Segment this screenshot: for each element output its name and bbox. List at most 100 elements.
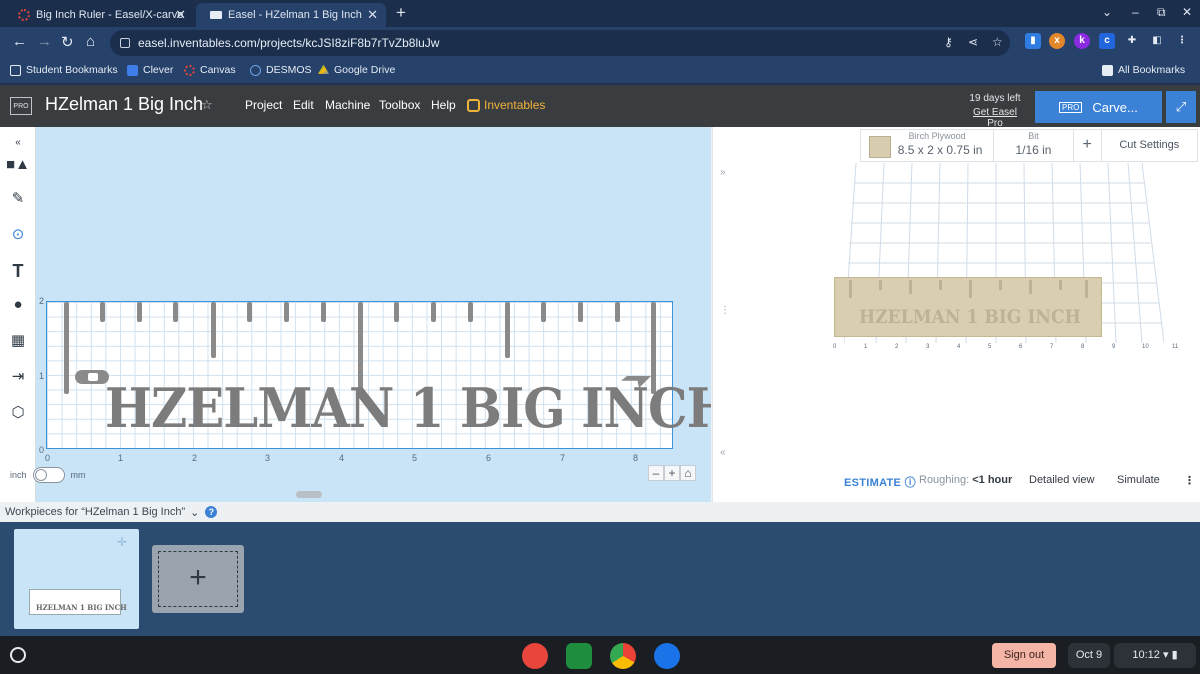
chevron-left-icon[interactable]: «	[720, 447, 726, 458]
share-icon[interactable]: ⋖	[968, 35, 978, 49]
fullscreen-expand-icon[interactable]: ⤢	[1166, 91, 1196, 123]
url-text[interactable]: easel.inventables.com/projects/kcJSI8ziF…	[138, 36, 439, 50]
close-icon[interactable]: ✕	[367, 7, 378, 23]
simulate-button[interactable]: Simulate	[1117, 474, 1160, 486]
carve-text[interactable]: HZELMAN 1 BIG INCH	[105, 376, 734, 440]
camera-app-icon[interactable]	[654, 643, 680, 669]
home-icon[interactable]: ⌂	[680, 465, 696, 481]
3d-workpiece[interactable]: HZELMAN 1 BIG INCH	[834, 277, 1102, 337]
ruler-tick	[100, 302, 105, 322]
toggle-knob	[34, 469, 47, 481]
3d-tick	[879, 280, 882, 290]
kebab-menu-icon[interactable]: ⋮	[1174, 33, 1190, 49]
chevron-right-icon[interactable]: »	[720, 167, 726, 178]
material-board[interactable]: HZELMAN 1 BIG INCH	[46, 301, 734, 449]
sign-out-button[interactable]: Sign out	[992, 643, 1056, 668]
extension-icon[interactable]: x	[1049, 33, 1065, 49]
add-workpiece-button[interactable]: +	[152, 545, 244, 613]
3d-x-tick: 9	[1112, 344, 1116, 350]
apple-icon[interactable]: ●	[6, 293, 30, 317]
kebab-menu-icon[interactable]: ⋮	[1184, 474, 1195, 487]
horizontal-scroll-thumb[interactable]	[296, 491, 322, 498]
reload-button[interactable]: ↻	[61, 33, 74, 51]
3d-x-tick: 0	[833, 344, 837, 350]
home-button[interactable]: ⌂	[86, 33, 95, 50]
detailed-view-button[interactable]: Detailed view	[1029, 474, 1094, 486]
restore-button[interactable]: ⧉	[1157, 5, 1166, 20]
hole-handle[interactable]	[88, 373, 98, 381]
unit-inch-label: inch	[10, 470, 27, 480]
bookmark-clever[interactable]: Clever	[127, 64, 173, 76]
bit-label: Bit	[1028, 131, 1039, 141]
material-selector[interactable]: Birch Plywood 8.5 x 2 x 0.75 in	[861, 130, 995, 161]
easel-header: PRO HZelman 1 Big Inch ☆ Project Edit Ma…	[0, 85, 1200, 129]
bookmark-canvas[interactable]: Canvas	[184, 64, 236, 76]
bookmark-desmos[interactable]: DESMOS	[250, 64, 312, 76]
menu-toolbox[interactable]: Toolbox	[379, 98, 420, 112]
tab-easel[interactable]: Easel - HZelman 1 Big Inch ✕	[196, 3, 386, 27]
panel-divider[interactable]: » ⋮ «	[712, 127, 734, 502]
close-window-button[interactable]: ✕	[1182, 5, 1192, 19]
shapes-icon[interactable]: ■▲	[6, 153, 30, 177]
import-icon[interactable]: ⇥	[6, 365, 30, 389]
all-bookmarks[interactable]: All Bookmarks	[1102, 64, 1185, 76]
clever-extension-icon[interactable]: c	[1099, 33, 1115, 49]
workpiece-thumbnail[interactable]: ✛ HZELMAN 1 BIG INCH	[14, 529, 139, 629]
chrome-app-icon[interactable]	[610, 643, 636, 669]
help-icon[interactable]: ?	[205, 506, 218, 518]
get-easel-pro-link[interactable]: Get Easel Pro	[965, 107, 1025, 129]
chevron-down-icon[interactable]: ⌄	[1102, 5, 1112, 19]
menu-project[interactable]: Project	[245, 98, 282, 112]
menu-edit[interactable]: Edit	[293, 98, 314, 112]
ruler-tick	[284, 302, 289, 322]
bookmark-google-drive[interactable]: Google Drive	[318, 64, 395, 76]
carve-button[interactable]: PRO Carve...	[1035, 91, 1162, 123]
3d-tick	[909, 280, 912, 294]
design-canvas[interactable]: HZELMAN 1 BIG INCH 2 1 0 0 1 2 3 4 5 6 7…	[10, 127, 734, 502]
puzzle-icon[interactable]: ✚	[1124, 33, 1140, 49]
kami-extension-icon[interactable]: k	[1074, 33, 1090, 49]
back-button[interactable]: ←	[12, 33, 27, 50]
collapse-icon[interactable]: «	[6, 131, 30, 155]
favorite-star-icon[interactable]: ☆	[201, 97, 213, 113]
3d-box-icon[interactable]: ⬡	[6, 401, 30, 425]
forward-button[interactable]: →	[37, 33, 52, 50]
zoom-out-button[interactable]: –	[648, 465, 664, 481]
time-pill[interactable]: 10:12 ▾ ▮	[1114, 643, 1196, 668]
add-bit-button[interactable]: +	[1074, 130, 1102, 161]
cut-settings-button[interactable]: Cut Settings	[1102, 130, 1197, 161]
x-tick-0: 0	[45, 453, 51, 463]
date-pill[interactable]: Oct 9	[1068, 643, 1110, 668]
star-icon[interactable]: ☆	[992, 35, 1003, 49]
new-tab-button[interactable]: +	[396, 3, 406, 23]
minimize-button[interactable]: –	[1132, 5, 1139, 19]
launcher-button[interactable]	[10, 647, 26, 663]
bit-selector[interactable]: Bit 1/16 in	[994, 130, 1074, 161]
site-info-icon[interactable]	[120, 38, 130, 48]
trash-extension-icon[interactable]: ▮	[1025, 33, 1041, 49]
pen-icon[interactable]: ✎	[6, 187, 30, 211]
tab-big-inch-ruler[interactable]: Big Inch Ruler - Easel/X-carve ✕	[4, 3, 194, 27]
inventables-link[interactable]: Inventables	[467, 98, 545, 112]
text-icon[interactable]: T	[6, 259, 30, 283]
paint-app-icon[interactable]	[522, 643, 548, 669]
apps-icon[interactable]: ▦	[6, 329, 30, 353]
omnibox[interactable]: easel.inventables.com/projects/kcJSI8ziF…	[110, 30, 1010, 56]
chevron-down-icon[interactable]: ⌄	[190, 506, 199, 519]
project-title[interactable]: HZelman 1 Big Inch	[45, 94, 203, 115]
close-icon[interactable]: ✕	[175, 7, 186, 23]
key-icon[interactable]: ⚷	[944, 35, 953, 49]
sidepanel-icon[interactable]: ◧	[1149, 33, 1165, 49]
unit-toggle[interactable]	[32, 467, 65, 483]
3d-tick	[939, 280, 942, 290]
zoom-in-button[interactable]: +	[664, 465, 680, 481]
drag-handle-icon[interactable]: ⋮	[720, 305, 730, 316]
crosshair-icon[interactable]: ⊙	[6, 223, 30, 247]
estimate-button[interactable]: ESTIMATE ⓘ	[844, 474, 916, 490]
classroom-app-icon[interactable]	[566, 643, 592, 669]
menu-machine[interactable]: Machine	[325, 98, 370, 112]
easel-logo[interactable]: PRO	[10, 97, 32, 115]
menu-help[interactable]: Help	[431, 98, 456, 112]
bookmark-student[interactable]: Student Bookmarks	[10, 64, 118, 76]
ruler-tick	[64, 302, 69, 394]
